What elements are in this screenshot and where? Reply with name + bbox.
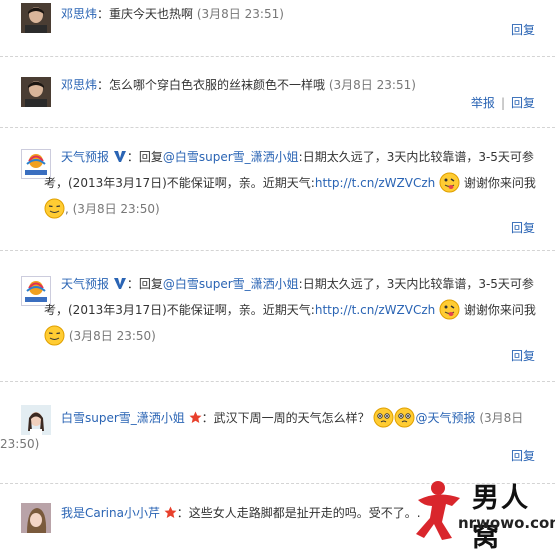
reply-link[interactable]: 回复 — [511, 349, 535, 363]
member-star-icon — [164, 502, 177, 518]
reply-link[interactable]: 回复 — [511, 23, 535, 37]
comment-item: 邓思炜：重庆今天也热啊 (3月8日 23:51) 回复 — [0, 0, 555, 57]
comment-actions: 回复 — [511, 347, 535, 364]
comment-item: 白雪super雪_潇洒小姐 ：武汉下周一周的天气怎么样？ @天气预报 (3月8日… — [0, 381, 555, 484]
comment-line-2: 考，(2013年3月17日)不能保证啊，亲。近期天气:http://t.cn/z… — [44, 297, 539, 323]
user-avatar[interactable] — [21, 3, 51, 33]
site-watermark: 男人窝 nrwowo.com — [412, 478, 555, 553]
comment-line-2: 考，(2013年3月17日)不能保证啊，亲。近期天气:http://t.cn/z… — [44, 170, 539, 196]
action-separator: | — [500, 96, 505, 110]
reply-link[interactable]: 回复 — [511, 221, 535, 235]
comment-username[interactable]: 邓思炜 — [61, 7, 97, 21]
comment-item: 邓思炜：怎么哪个穿白色衣服的丝袜颜色不一样哦 (3月8日 23:51) 举报 | 回… — [0, 56, 555, 128]
comment-text: :日期太久远了，3天内比较靠谱，3-5天可参 — [298, 277, 534, 291]
comment-body: 白雪super雪_潇洒小姐 ：武汉下周一周的天气怎么样？ @天气预报 (3月8日… — [0, 405, 539, 457]
watermark-url: nrwowo.com — [458, 514, 555, 532]
comment-text: 考，(2013年3月17日)不能保证啊，亲。近期天气: — [44, 176, 315, 190]
comment-username[interactable]: 我是Carina小小芹 — [61, 506, 160, 520]
shy-face-emoji-icon — [394, 407, 415, 428]
short-url-link[interactable]: http://t.cn/zWZVCzh — [315, 176, 435, 190]
comment-item: 天气预报 ：回复@白雪super雪_潇洒小姐:日期太久远了，3天内比较靠谱，3-… — [0, 250, 555, 382]
comment-body: 邓思炜：怎么哪个穿白色衣服的丝袜颜色不一样哦 (3月8日 23:51) — [61, 72, 539, 98]
shy-face-emoji-icon — [373, 407, 394, 428]
comment-text: 考，(2013年3月17日)不能保证啊，亲。近期天气: — [44, 303, 315, 317]
comment-time: , (3月8日 23:50) — [65, 202, 160, 216]
comment-actions: 回复 — [511, 447, 535, 464]
mention-link[interactable]: @白雪super雪_潇洒小姐 — [163, 277, 299, 291]
comment-line-1: 白雪super雪_潇洒小姐 ：武汉下周一周的天气怎么样？ @天气预报 (3月8日 — [61, 405, 539, 431]
comment-item: 天气预报 ：回复@白雪super雪_潇洒小姐:日期太久远了，3天内比较靠谱，3-… — [0, 127, 555, 251]
reply-link[interactable]: 回复 — [511, 96, 535, 110]
comment-username[interactable]: 白雪super雪_潇洒小姐 — [61, 411, 185, 425]
comment-username[interactable]: 邓思炜 — [61, 78, 97, 92]
comment-time: (3月8日 — [479, 411, 524, 425]
comment-username[interactable]: 天气预报 — [61, 277, 109, 291]
comment-body: 邓思炜：重庆今天也热啊 (3月8日 23:51) — [61, 1, 539, 27]
user-avatar[interactable] — [21, 77, 51, 107]
tongue-face-emoji-icon — [439, 172, 460, 193]
comment-time: 23:50) — [0, 437, 40, 451]
smile-emoji-icon — [44, 325, 65, 346]
comment-text: ：怎么哪个穿白色衣服的丝袜颜色不一样哦 — [97, 78, 326, 92]
comment-text: 谢谢你来问我 — [463, 176, 536, 190]
user-avatar[interactable] — [21, 503, 51, 533]
comment-text: ：重庆今天也热啊 — [97, 7, 194, 21]
mention-link[interactable]: @天气预报 — [415, 411, 475, 425]
comment-time: (3月8日 23:51) — [196, 7, 284, 21]
comment-line-1: 天气预报 ：回复@白雪super雪_潇洒小姐:日期太久远了，3天内比较靠谱，3-… — [61, 144, 539, 170]
verified-v-icon — [113, 273, 127, 289]
comment-text: ：这些女人走路脚都是扯开走的吗。受不了。. — [176, 506, 421, 520]
comment-line-3: , (3月8日 23:50) — [44, 196, 539, 222]
comment-line-1: 天气预报 ：回复@白雪super雪_潇洒小姐:日期太久远了，3天内比较靠谱，3-… — [61, 271, 539, 297]
comment-text: 谢谢你来问我 — [463, 303, 536, 317]
reply-prefix: ：回复 — [126, 277, 163, 291]
comment-time: (3月8日 23:51) — [328, 78, 416, 92]
report-link[interactable]: 举报 — [471, 96, 495, 110]
mention-link[interactable]: @白雪super雪_潇洒小姐 — [163, 150, 299, 164]
reply-prefix: ：回复 — [126, 150, 163, 164]
comment-line-2: 23:50) — [0, 431, 539, 457]
comment-body: 天气预报 ：回复@白雪super雪_潇洒小姐:日期太久远了，3天内比较靠谱，3-… — [44, 271, 539, 349]
comment-actions: 回复 — [511, 21, 535, 38]
comment-actions: 回复 — [511, 219, 535, 236]
tongue-face-emoji-icon — [439, 299, 460, 320]
smile-emoji-icon — [44, 198, 65, 219]
comment-body: 天气预报 ：回复@白雪super雪_潇洒小姐:日期太久远了，3天内比较靠谱，3-… — [44, 144, 539, 222]
member-star-icon — [189, 407, 202, 423]
comment-time: (3月8日 23:50) — [68, 329, 156, 343]
reply-link[interactable]: 回复 — [511, 449, 535, 463]
comment-line-3: (3月8日 23:50) — [44, 323, 539, 349]
comment-actions: 举报 | 回复 — [471, 94, 535, 111]
short-url-link[interactable]: http://t.cn/zWZVCzh — [315, 303, 435, 317]
comment-username[interactable]: 天气预报 — [61, 150, 109, 164]
comment-text: :日期太久远了，3天内比较靠谱，3-5天可参 — [298, 150, 534, 164]
verified-v-icon — [113, 146, 127, 162]
comment-text: ：武汉下周一周的天气怎么样？ — [201, 411, 370, 425]
